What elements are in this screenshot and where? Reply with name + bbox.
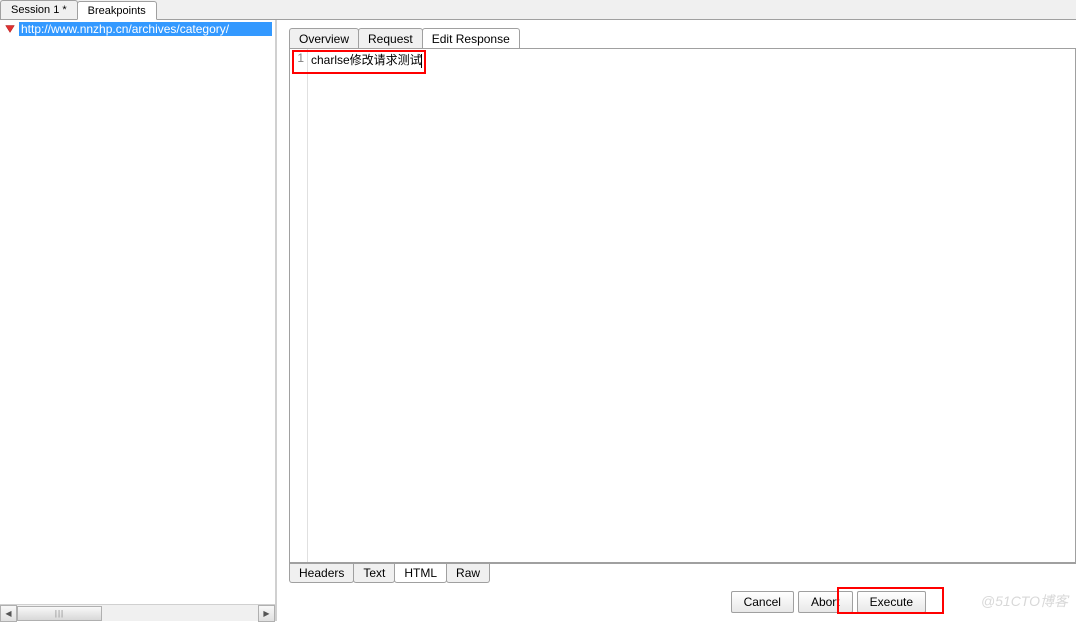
text-cursor (421, 54, 422, 68)
execute-button[interactable]: Execute (857, 591, 926, 613)
tab-overview[interactable]: Overview (289, 28, 359, 48)
format-tab-bar: Headers Text HTML Raw (289, 563, 1076, 583)
watermark: @51CTO博客 (981, 591, 1068, 611)
tab-raw[interactable]: Raw (446, 564, 490, 583)
tab-breakpoints[interactable]: Breakpoints (77, 1, 157, 20)
cancel-button[interactable]: Cancel (731, 591, 794, 613)
tab-edit-response[interactable]: Edit Response (422, 28, 520, 48)
line-number: 1 (290, 51, 304, 65)
right-panel: Overview Request Edit Response 1 charlse… (277, 20, 1076, 621)
line-gutter: 1 (290, 49, 308, 562)
left-panel: http://www.nnzhp.cn/archives/category/ ◀… (0, 20, 277, 621)
tab-session[interactable]: Session 1 * (0, 0, 78, 19)
breakpoint-item[interactable]: http://www.nnzhp.cn/archives/category/ (0, 21, 275, 37)
tab-request[interactable]: Request (358, 28, 423, 48)
breakpoint-list: http://www.nnzhp.cn/archives/category/ (0, 20, 275, 604)
editor-content[interactable]: charlse修改请求测试 (308, 49, 1075, 562)
action-bar: Cancel Abort Execute (289, 583, 1076, 621)
response-editor[interactable]: 1 charlse修改请求测试 (289, 48, 1076, 563)
scroll-track[interactable]: ||| (17, 606, 258, 621)
breakpoint-url: http://www.nnzhp.cn/archives/category/ (19, 22, 272, 36)
top-tab-bar: Session 1 * Breakpoints (0, 0, 1076, 20)
editor-text: charlse修改请求测试 (311, 53, 422, 67)
abort-button[interactable]: Abort (798, 591, 853, 613)
tab-html[interactable]: HTML (394, 564, 447, 583)
scroll-right-button[interactable]: ▶ (258, 605, 275, 622)
tab-headers[interactable]: Headers (289, 564, 354, 583)
tab-text[interactable]: Text (353, 564, 395, 583)
scroll-thumb[interactable]: ||| (17, 606, 102, 621)
horizontal-scrollbar[interactable]: ◀ ||| ▶ (0, 604, 275, 621)
detail-tab-bar: Overview Request Edit Response (289, 28, 1076, 48)
down-arrow-icon (3, 22, 17, 36)
scroll-left-button[interactable]: ◀ (0, 605, 17, 622)
